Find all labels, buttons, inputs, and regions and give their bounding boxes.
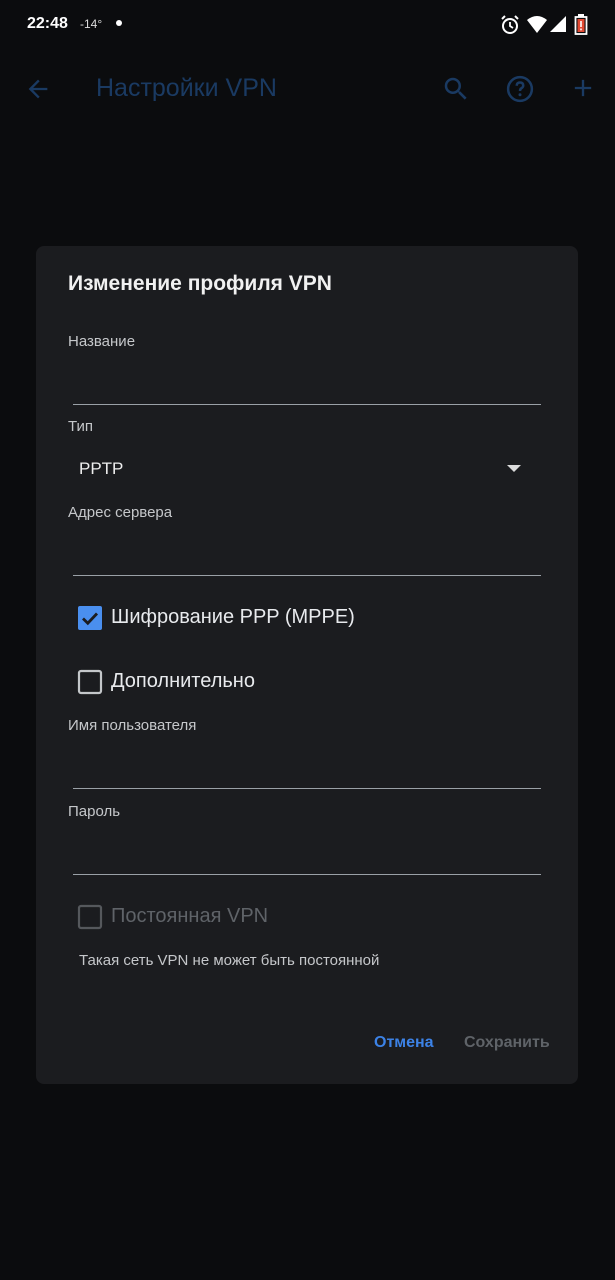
back-arrow-icon[interactable] [24,75,52,103]
checkbox-unchecked-icon [77,669,103,695]
username-input[interactable] [73,749,541,789]
app-bar: Настройки VPN [0,58,615,122]
cell-signal-icon [550,16,566,32]
checkbox-checked-icon [78,606,102,630]
mppe-encryption-label: Шифрование PPP (MPPE) [111,606,355,628]
dialog-title: Изменение профиля VPN [68,272,332,295]
server-address-label: Адрес сервера [68,504,173,521]
save-button: Сохранить [464,1034,550,1051]
name-input[interactable] [73,365,541,405]
always-on-vpn-label: Постоянная VPN [111,905,269,927]
server-address-input[interactable] [73,536,541,576]
type-label: Тип [68,418,94,435]
type-dropdown[interactable]: PPTP [68,452,528,488]
name-input-underline [73,404,541,405]
battery-low-icon [574,14,588,35]
help-icon[interactable] [505,74,535,104]
cancel-button[interactable]: Отмена [374,1034,434,1052]
status-temperature: -14° [80,17,103,31]
dropdown-arrow-icon [507,465,521,472]
username-label: Имя пользователя [68,717,197,734]
edit-vpn-profile-dialog: Изменение профиля VPN Название Тип PPTP … [36,246,578,1084]
add-icon[interactable] [569,74,597,102]
alarm-icon [501,15,519,34]
server-address-input-underline [73,575,541,576]
status-time: 22:48 [27,15,68,32]
page-title: Настройки VPN [96,74,277,102]
always-on-vpn-note: Такая сеть VPN не может быть постоянной [79,952,380,969]
password-label: Пароль [68,803,121,820]
wifi-icon [527,16,547,33]
name-label: Название [68,333,136,350]
notification-dot-icon [116,20,122,26]
username-input-underline [73,788,541,789]
password-input-underline [73,874,541,875]
type-dropdown-value: PPTP [79,459,124,478]
search-icon[interactable] [441,74,471,104]
checkbox-disabled-icon [77,904,103,930]
advanced-label: Дополнительно [111,670,255,692]
status-bar: 22:48 -14° [0,0,615,50]
password-input[interactable] [73,835,541,875]
